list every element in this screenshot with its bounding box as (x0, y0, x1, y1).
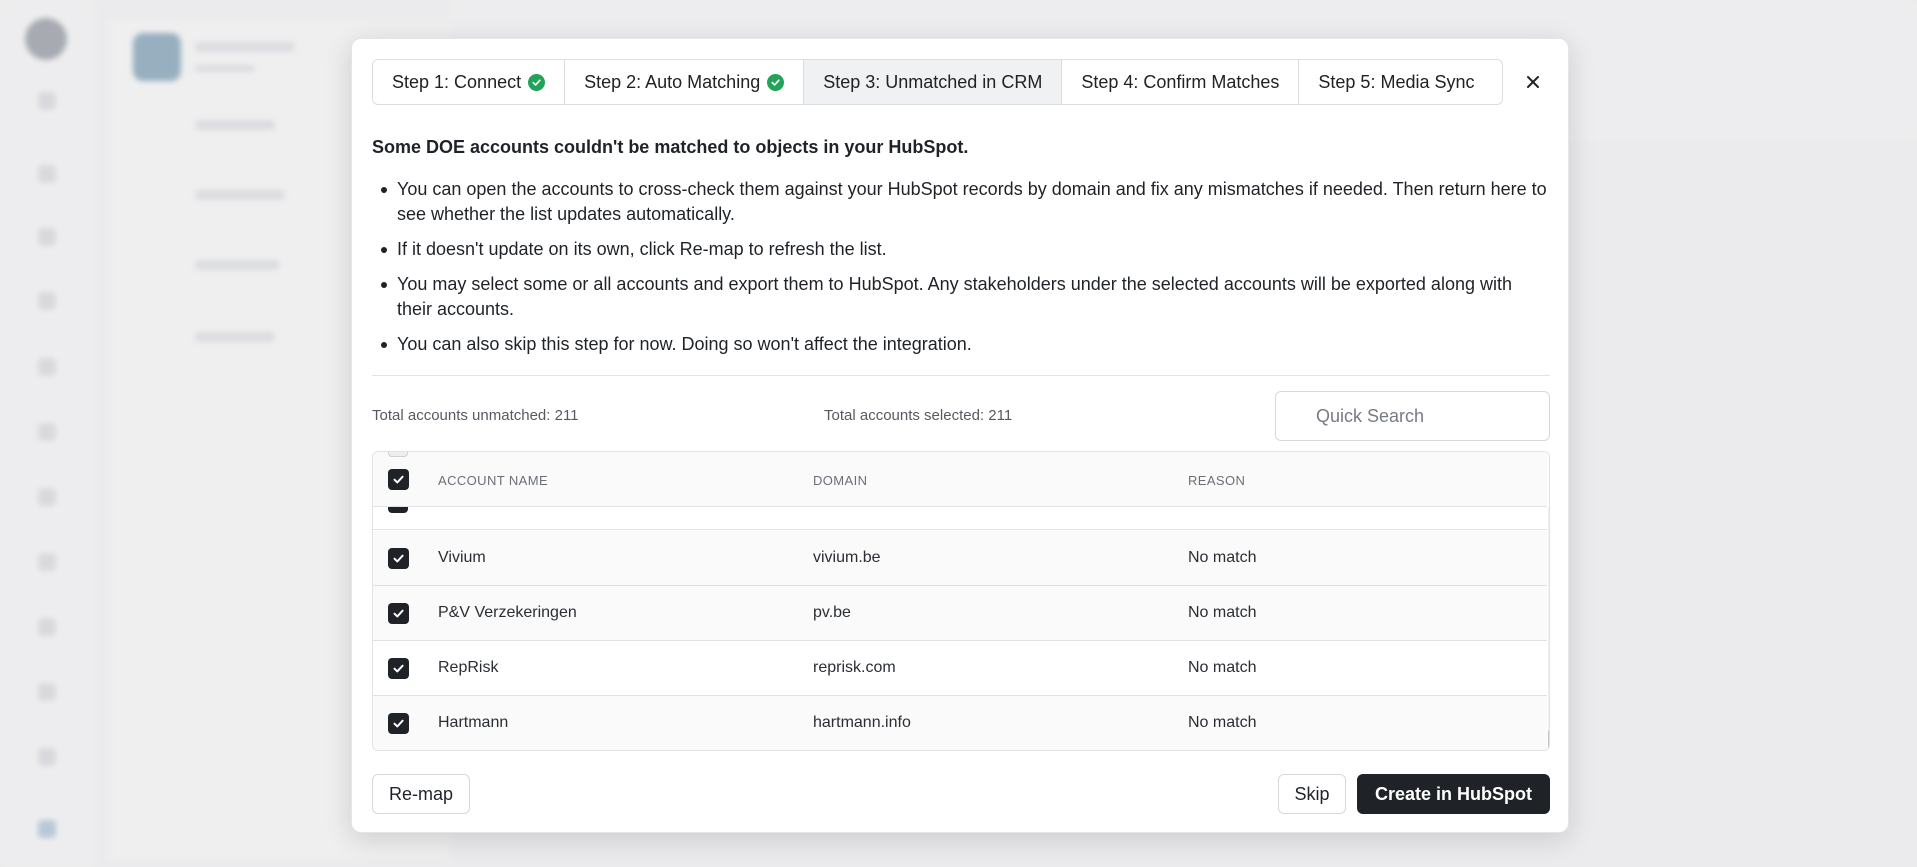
checkmark-icon (393, 554, 404, 563)
step-unmatched-in-crm[interactable]: Step 3: Unmatched in CRM (804, 60, 1063, 104)
column-header-reason[interactable]: REASON (1188, 473, 1245, 488)
checkmark-icon (393, 664, 404, 673)
account-domain: hartmann.info (813, 714, 911, 731)
table-scrollbar-track[interactable] (1548, 507, 1549, 750)
step-label: Step 4: Confirm Matches (1081, 71, 1280, 92)
quick-search-input[interactable] (1275, 391, 1550, 441)
divider (372, 375, 1550, 376)
column-header-account-name[interactable]: ACCOUNT NAME (438, 473, 548, 488)
instruction-list: You can open the accounts to cross-check… (372, 177, 1550, 367)
account-domain: reprisk.com (813, 659, 896, 676)
step-label: Step 5: Media Sync (1318, 71, 1475, 92)
match-reason: No match (1188, 659, 1257, 676)
account-name: P&V Verzekeringen (438, 604, 577, 621)
instruction-item: You can also skip this step for now. Doi… (372, 332, 1550, 357)
checkmark-icon (393, 475, 404, 484)
create-in-hubspot-button[interactable]: Create in HubSpot (1357, 774, 1550, 814)
table-row[interactable]: Vivium vivium.be No match (373, 531, 1547, 586)
step-label: Step 1: Connect (392, 71, 522, 92)
check-circle-icon (528, 73, 546, 91)
account-name: Hartmann (438, 714, 509, 731)
row-checkbox[interactable] (388, 713, 409, 734)
step-label: Step 3: Unmatched in CRM (823, 71, 1043, 92)
match-reason: No match (1188, 549, 1257, 566)
selected-count: Total accounts selected: 211 (824, 407, 1013, 424)
step-confirm-matches[interactable]: Step 4: Confirm Matches (1062, 60, 1300, 104)
integration-wizard-modal: Step 1: Connect Step 2: Auto Matching St… (351, 38, 1569, 833)
step-connect[interactable]: Step 1: Connect (373, 60, 566, 104)
close-icon (1527, 76, 1539, 88)
remap-button[interactable]: Re-map (372, 774, 470, 814)
match-reason: No match (1188, 714, 1257, 731)
step-label: Step 2: Auto Matching (584, 71, 761, 92)
scrolled-row-edge (388, 452, 408, 457)
row-checkbox[interactable] (388, 658, 409, 679)
table-row[interactable]: RepRisk reprisk.com No match (373, 641, 1547, 696)
table-row[interactable]: Hartmann hartmann.info No match (373, 696, 1547, 750)
step-media-sync[interactable]: Step 5: Media Sync (1299, 60, 1493, 104)
instruction-item: You may select some or all accounts and … (372, 272, 1550, 322)
intro-text: Some DOE accounts couldn't be matched to… (372, 137, 969, 157)
match-reason: No match (1188, 604, 1257, 621)
column-header-domain[interactable]: DOMAIN (813, 473, 867, 488)
check-circle-icon (767, 73, 785, 91)
table-row (373, 507, 1547, 530)
instruction-item: You can open the accounts to cross-check… (372, 177, 1550, 227)
stepper: Step 1: Connect Step 2: Auto Matching St… (372, 59, 1503, 105)
account-name: Vivium (438, 549, 486, 566)
checkmark-icon (393, 719, 404, 728)
account-domain: vivium.be (813, 549, 881, 566)
close-button[interactable] (1518, 67, 1548, 97)
row-checkbox[interactable] (388, 548, 409, 569)
checkmark-icon (393, 609, 404, 618)
table-scrollbar-thumb[interactable] (1548, 730, 1549, 750)
account-domain: pv.be (813, 604, 851, 621)
skip-button[interactable]: Skip (1278, 774, 1346, 814)
row-checkbox[interactable] (388, 603, 409, 624)
account-name: RepRisk (438, 659, 499, 676)
step-auto-matching[interactable]: Step 2: Auto Matching (565, 60, 805, 104)
unmatched-count: Total accounts unmatched: 211 (372, 407, 579, 424)
row-checkbox[interactable] (388, 507, 408, 513)
table-row[interactable]: P&V Verzekeringen pv.be No match (373, 586, 1547, 641)
table-header: ACCOUNT NAME DOMAIN REASON (373, 452, 1547, 507)
instruction-item: If it doesn't update on its own, click R… (372, 237, 1550, 262)
select-all-checkbox[interactable] (388, 469, 409, 490)
unmatched-accounts-table: ACCOUNT NAME DOMAIN REASON Vivium vivium… (372, 451, 1550, 751)
